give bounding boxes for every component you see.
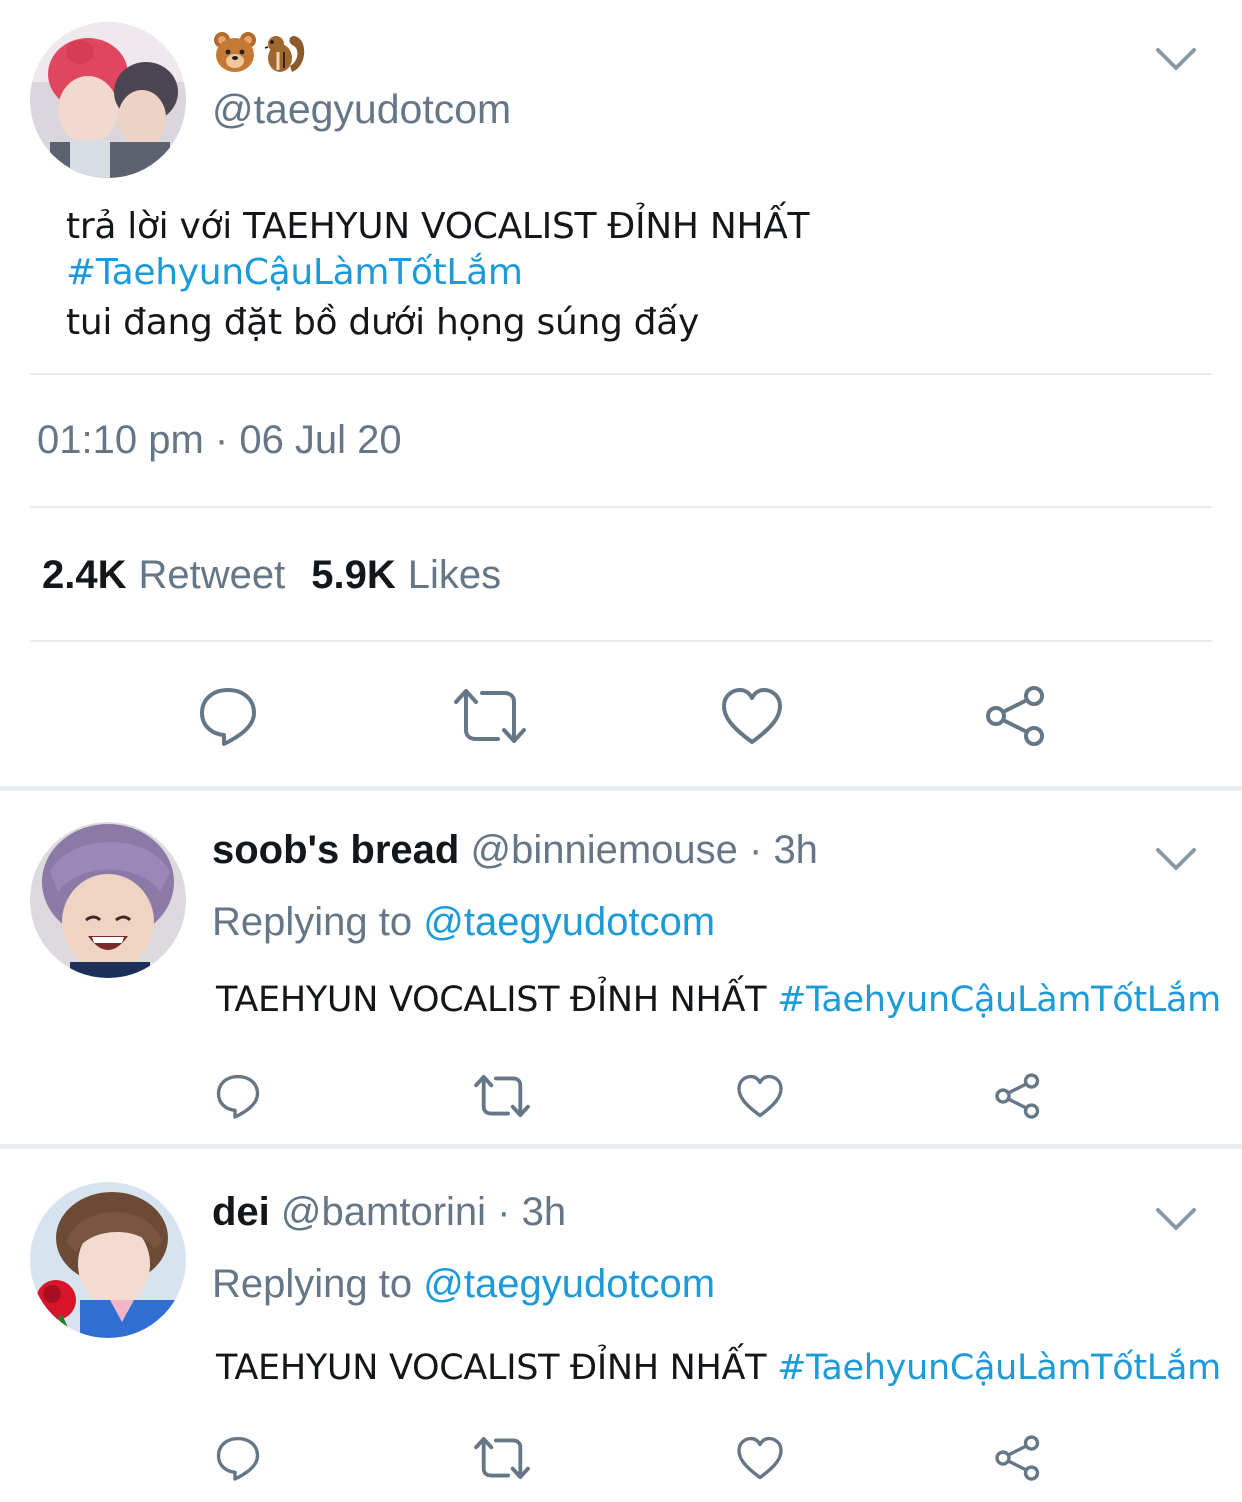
share-icon [986, 686, 1044, 746]
retweet-count[interactable]: 2.4K [42, 553, 127, 598]
reply-1-replying-to: Replying to @taegyudotcom [212, 900, 715, 945]
reply-2-text: TAEHYUN VOCALIST ĐỈNH NHẤT #TaehyunCậuLà… [216, 1348, 1221, 1388]
reply-2-replying-to: Replying to @taegyudotcom [212, 1262, 715, 1307]
comment-button[interactable] [212, 1432, 264, 1484]
like-icon [722, 688, 782, 744]
divider [30, 506, 1212, 508]
display-name[interactable] [212, 30, 308, 76]
tweet-stats: 2.4K Retweet 5.9K Likes [42, 553, 527, 598]
tweet-hashtag-link[interactable]: #TaehyunCậuLàmTốtLắm [66, 248, 523, 298]
section-divider [0, 1144, 1242, 1149]
like-icon [737, 1074, 783, 1118]
comment-button[interactable] [212, 1070, 264, 1122]
reply-1-meta[interactable]: @binniemouse · 3h [470, 828, 817, 872]
share-icon [995, 1073, 1040, 1119]
chevron-down-icon[interactable] [1154, 44, 1198, 74]
reply-2-header: dei @bamtorini · 3h [212, 1190, 566, 1235]
tweet-text-line-1: trả lời với TAEHYUN VOCALIST ĐỈNH NHẤT [66, 206, 810, 247]
comment-icon [200, 688, 256, 746]
reply-1-name[interactable]: soob's bread [212, 828, 459, 872]
chevron-down-icon[interactable] [1154, 1204, 1198, 1234]
tweet-timestamp: 01:10 pm · 06 Jul 20 [37, 418, 402, 462]
handle[interactable]: @taegyudotcom [212, 86, 511, 133]
share-button[interactable] [992, 1070, 1044, 1122]
retweet-button[interactable] [472, 1432, 532, 1484]
reply-2-hashtag-link[interactable]: #TaehyunCậuLàmTốtLắm [777, 1348, 1221, 1388]
reply-1-hashtag-link[interactable]: #TaehyunCậuLàmTốtLắm [777, 980, 1221, 1020]
avatar-reply-1-photo [30, 822, 186, 978]
retweet-button[interactable] [472, 1070, 532, 1122]
section-divider [0, 786, 1242, 791]
comment-icon [216, 1436, 260, 1481]
retweet-icon [474, 1437, 530, 1479]
share-icon [995, 1435, 1040, 1481]
likes-label[interactable]: Likes [408, 553, 501, 598]
retweet-button[interactable] [450, 680, 530, 752]
avatar-reply-1[interactable] [30, 822, 186, 978]
retweet-label[interactable]: Retweet [139, 553, 286, 598]
replying-mention-link[interactable]: @taegyudotcom [423, 1262, 715, 1306]
share-button[interactable] [992, 1432, 1044, 1484]
likes-count[interactable]: 5.9K [311, 553, 396, 598]
share-button[interactable] [980, 680, 1052, 752]
reply-1-header: soob's bread @binniemouse · 3h [212, 828, 818, 873]
reply-1-text: TAEHYUN VOCALIST ĐỈNH NHẤT #TaehyunCậuLà… [216, 980, 1221, 1020]
retweet-icon [454, 689, 526, 743]
retweet-icon [474, 1075, 530, 1117]
reply-2-name[interactable]: dei [212, 1190, 270, 1234]
like-button[interactable] [734, 1070, 786, 1122]
like-icon [737, 1436, 783, 1480]
tweet-text-line-3: tui đang đặt bồ dưới họng súng đấy [66, 302, 699, 343]
reply-1-text-body: TAEHYUN VOCALIST ĐỈNH NHẤT [216, 980, 767, 1020]
comment-button[interactable] [192, 680, 264, 752]
divider [30, 373, 1212, 375]
like-button[interactable] [716, 680, 788, 752]
reply-2-meta[interactable]: @bamtorini · 3h [281, 1190, 566, 1234]
replying-mention-link[interactable]: @taegyudotcom [423, 900, 715, 944]
comment-icon [216, 1074, 260, 1119]
divider [30, 640, 1212, 642]
avatar-main[interactable] [30, 22, 186, 178]
replying-label: Replying to [212, 900, 413, 944]
avatar-main-photo [30, 22, 186, 178]
like-button[interactable] [734, 1432, 786, 1484]
chipmunk-emoji-icon [264, 36, 305, 72]
avatar-reply-2-photo [30, 1182, 186, 1338]
replying-label: Replying to [212, 1262, 413, 1306]
bear-face-emoji-icon [214, 32, 256, 72]
chevron-down-icon[interactable] [1154, 844, 1198, 874]
avatar-reply-2[interactable] [30, 1182, 186, 1338]
reply-2-text-body: TAEHYUN VOCALIST ĐỈNH NHẤT [216, 1348, 767, 1388]
